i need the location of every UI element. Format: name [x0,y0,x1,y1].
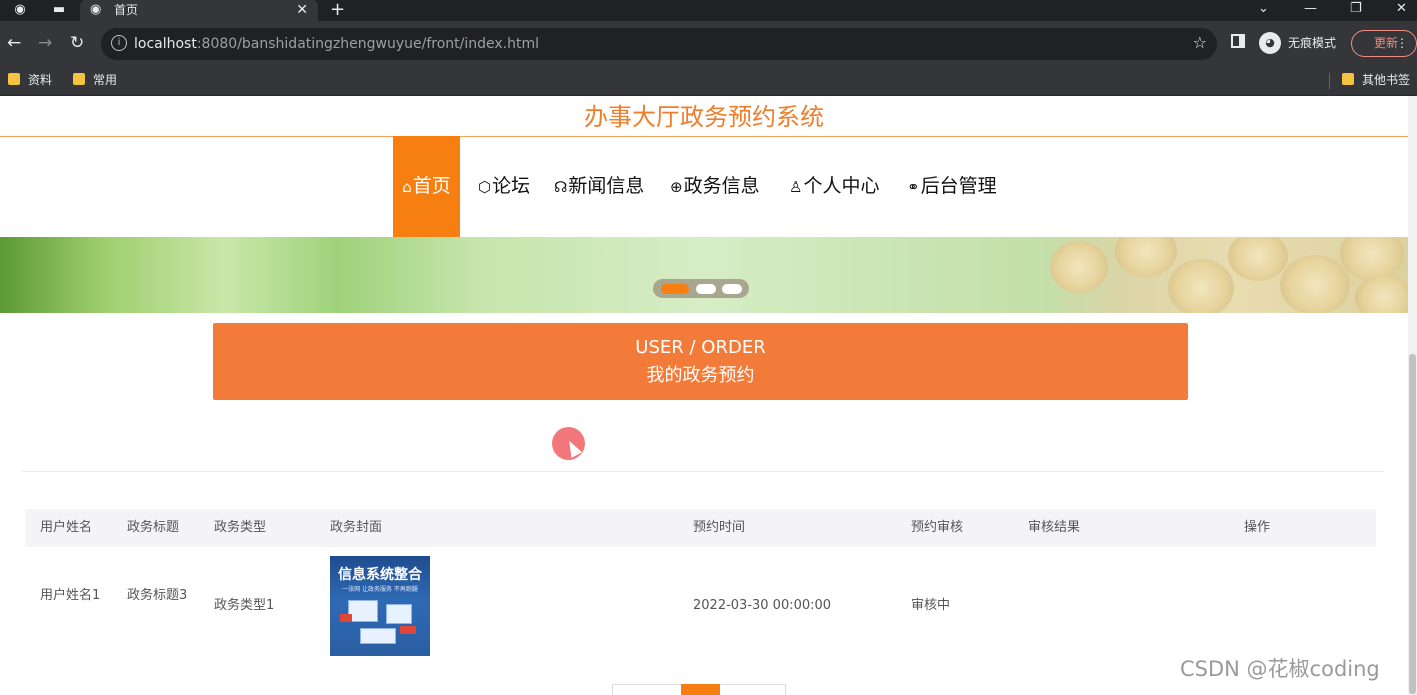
decor [1115,237,1177,277]
decor [360,628,396,644]
cell-user-name: 用户姓名1 [40,588,101,603]
column-header: 政务封面 [330,520,383,535]
home-icon: ⌂ [402,178,412,196]
section-title-zh: 我的政务预约 [646,365,755,386]
carousel-banner[interactable] [0,237,1408,313]
update-button[interactable]: 更新 ⋮ [1351,30,1417,57]
column-header: 预约审核 [911,520,964,535]
decor [400,626,416,634]
carousel-dot[interactable] [696,284,716,294]
section-title-en: USER / ORDER [635,337,766,358]
new-tab-icon[interactable]: + [330,0,345,20]
info-icon[interactable]: i [111,35,127,51]
tab-title: 首页 [114,3,139,17]
nav-item-home[interactable]: ⌂首页 [393,136,460,237]
link-icon: ⚭ [907,178,920,196]
chevron-down-icon[interactable]: ⌄ [1258,0,1269,18]
cube-icon: ⬡ [478,178,492,196]
scrollbar[interactable] [1408,96,1417,695]
cell-review: 审核中 [911,598,951,613]
nav-item-forum[interactable]: ⬡论坛 [478,136,530,237]
nav-item-admin[interactable]: ⚭后台管理 [907,136,997,237]
decor [1280,255,1350,313]
decor [1355,275,1408,313]
url-text[interactable]: localhost:8080/banshidatingzhengwuyue/fr… [134,35,539,53]
decor [386,604,412,624]
star-icon[interactable]: ☆ [1193,33,1207,52]
side-panel-icon[interactable] [1231,34,1245,48]
folder-icon [1342,73,1354,85]
decor [1050,241,1108,293]
folder-icon [8,73,20,85]
scrollbar-thumb[interactable] [1409,354,1416,694]
column-header: 用户姓名 [40,520,93,535]
incognito-label: 无痕模式 [1288,36,1337,50]
carousel-dot[interactable] [661,284,689,294]
other-bookmarks[interactable]: 其他书签 [1342,72,1410,88]
folder-icon [73,73,85,85]
section-header: USER / ORDER 我的政务预约 [213,323,1188,400]
cover-title: 信息系统整合 [338,567,422,583]
column-header: 预约时间 [693,520,746,535]
browser-tab[interactable]: ◉ 首页 ✕ [80,0,318,21]
pagination-current-page[interactable] [681,684,720,695]
column-header: 审核结果 [1028,520,1081,535]
tab-search-icon[interactable]: ▬ [50,2,68,18]
carousel-dot[interactable] [722,284,742,294]
bookmark-folder[interactable]: 资料 [8,72,52,88]
bookmarks-bar: 资料 常用 其他书签 [0,65,1417,96]
divider [22,471,1384,472]
decor [1228,237,1288,281]
bookmark-folder[interactable]: 常用 [73,72,117,88]
restore-icon[interactable]: ❐ [1350,0,1362,18]
globe-icon: ⊕ [670,178,683,196]
forward-icon[interactable]: → [38,32,52,54]
column-header: 操作 [1244,520,1271,535]
nav-item-news[interactable]: ☊新闻信息 [554,136,644,237]
cover-subtitle: 一张网 让政务服务 不再跑腿 [342,586,418,593]
column-header: 政务标题 [127,520,180,535]
cover-image: 信息系统整合 一张网 让政务服务 不再跑腿 [330,556,430,656]
decor [1168,259,1234,313]
more-icon: ⋮ [1396,36,1408,50]
site-title: 办事大厅政务预约系统 [584,103,824,131]
minimize-icon[interactable]: — [1304,0,1317,18]
watermark: CSDN @花椒coding [1180,657,1380,681]
cell-gov-title: 政务标题3 [127,588,188,603]
reload-icon[interactable]: ↻ [70,32,84,54]
column-header: 政务类型 [214,520,267,535]
carousel-indicators [653,279,749,298]
gamepad-icon: ☊ [554,178,568,196]
nav-item-gov-info[interactable]: ⊕政务信息 [670,136,760,237]
close-window-icon[interactable]: ✕ [1396,0,1407,18]
browser-toolbar: ← → ↻ i localhost:8080/banshidatingzheng… [0,21,1417,65]
page-viewport: 办事大厅政务预约系统 ⌂首页 ⬡论坛 ☊新闻信息 ⊕政务信息 ♙个人中心 ⚭后台… [0,96,1408,695]
incognito-icon[interactable]: ◕ [1259,32,1281,54]
chrome-menu-icon[interactable]: ◉ [11,2,29,18]
nav-item-profile[interactable]: ♙个人中心 [789,136,879,237]
back-icon[interactable]: ← [7,32,21,54]
decor [340,614,352,622]
address-bar[interactable]: i localhost:8080/banshidatingzhengwuyue/… [101,28,1217,60]
user-icon: ♙ [789,178,803,196]
browser-tab-bar: ◉ ▬ ◉ 首页 ✕ + ⌄ — ❐ ✕ [0,0,1417,21]
decor [1340,237,1404,281]
globe-icon: ◉ [90,2,102,17]
divider [1329,73,1330,89]
table-header: 用户姓名 政务标题 政务类型 政务封面 预约时间 预约审核 审核结果 操作 [25,509,1376,547]
cell-gov-type: 政务类型1 [214,598,275,613]
close-tab-icon[interactable]: ✕ [296,1,308,19]
cell-time: 2022-03-30 00:00:00 [693,598,832,613]
decor [348,600,378,622]
